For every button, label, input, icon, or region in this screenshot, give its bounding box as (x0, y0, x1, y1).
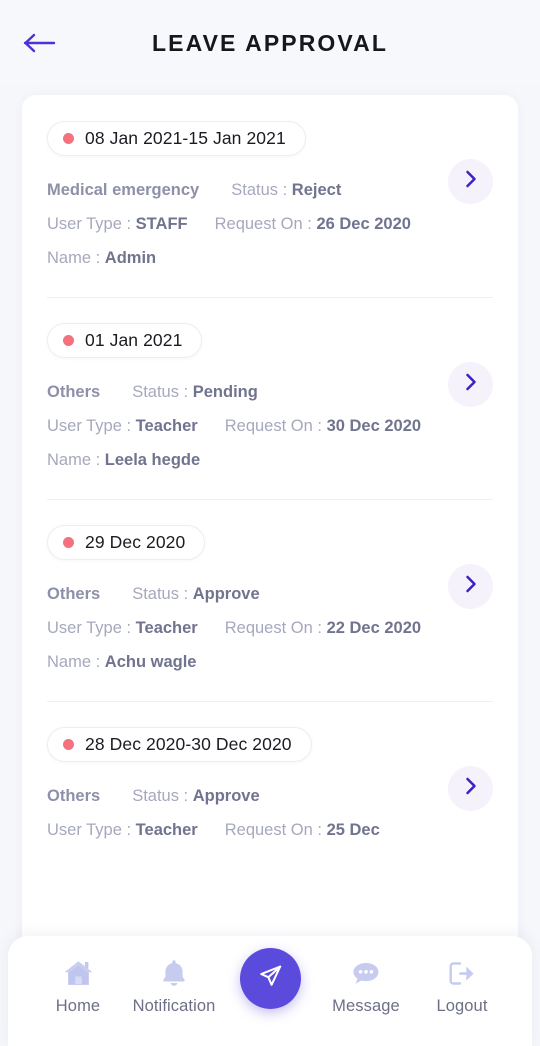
user-type-label: User Type : (47, 821, 132, 839)
date-range-pill: 28 Dec 2020-30 Dec 2020 (47, 727, 312, 762)
nav-label-home: Home (55, 997, 101, 1015)
date-range-text: 28 Dec 2020-30 Dec 2020 (85, 734, 292, 754)
chevron-right-icon (465, 575, 477, 598)
view-details-button[interactable] (448, 362, 493, 407)
send-plane-icon (256, 962, 284, 995)
name-value: Leela hegde (104, 451, 201, 469)
date-range-pill: 29 Dec 2020 (47, 525, 206, 560)
reason-status-row: Others Status : Pending (47, 375, 447, 409)
user-type-value: Teacher (135, 619, 198, 637)
leave-request-row[interactable]: 08 Jan 2021-15 Jan 2021 Medical emergenc… (47, 95, 493, 297)
nav-label-logout: Logout (436, 997, 488, 1015)
leave-requests-card: 08 Jan 2021-15 Jan 2021 Medical emergenc… (22, 95, 518, 955)
reason-status-row: Others Status : Approve (47, 577, 447, 611)
leave-request-row[interactable]: 28 Dec 2020-30 Dec 2020 Others Status : A… (47, 701, 493, 869)
leave-reason: Others (47, 585, 101, 603)
fab-container (226, 948, 314, 1019)
home-icon (63, 958, 94, 988)
leave-reason: Others (47, 787, 101, 805)
message-bubble-icon (350, 958, 382, 988)
chevron-right-icon (465, 170, 477, 193)
name-value: Admin (104, 249, 157, 267)
status-dot-icon (63, 335, 74, 346)
request-on-label: Request On : (214, 215, 312, 233)
usertype-requeston-row: User Type : Teacher Request On : 25 Dec (47, 813, 447, 847)
request-on-label: Request On : (224, 417, 322, 435)
nav-label-notification: Notification (132, 997, 216, 1015)
status-value: Reject (291, 181, 342, 199)
nav-item-home[interactable]: Home (34, 958, 122, 1016)
request-on-label: Request On : (224, 619, 322, 637)
page-title: LEAVE APPROVAL (152, 29, 388, 56)
app-header: LEAVE APPROVAL (0, 0, 540, 86)
chevron-right-icon (465, 373, 477, 396)
bottom-navigation-bar: Home Notification Message Logout (8, 936, 532, 1046)
status-value: Approve (192, 585, 260, 603)
status-dot-icon (63, 133, 74, 144)
back-button[interactable] (20, 26, 60, 60)
name-label: Name : (47, 451, 101, 469)
date-range-text: 08 Jan 2021-15 Jan 2021 (85, 128, 286, 148)
reason-status-row: Medical emergency Status : Reject (47, 173, 447, 207)
name-label: Name : (47, 653, 101, 671)
user-type-label: User Type : (47, 417, 132, 435)
request-on-value: 30 Dec 2020 (326, 417, 422, 435)
nav-label-message: Message (332, 997, 400, 1015)
date-range-text: 29 Dec 2020 (85, 532, 186, 552)
arrow-left-icon (23, 32, 57, 54)
user-type-label: User Type : (47, 215, 132, 233)
reason-status-row: Others Status : Approve (47, 779, 447, 813)
status-label: Status : (132, 787, 189, 805)
status-label: Status : (132, 383, 189, 401)
request-on-value: 25 Dec (326, 821, 380, 839)
name-row: Name : Achu wagle (47, 645, 447, 679)
user-type-value: STAFF (135, 215, 188, 233)
name-row: Name : Leela hegde (47, 443, 447, 477)
user-type-value: Teacher (135, 821, 198, 839)
status-dot-icon (63, 537, 74, 548)
view-details-button[interactable] (448, 159, 493, 204)
nav-item-notification[interactable]: Notification (130, 958, 218, 1016)
request-on-label: Request On : (224, 821, 322, 839)
leave-approval-screen: LEAVE APPROVAL 08 Jan 2021-15 Jan 2021 M… (0, 0, 540, 1046)
leave-request-row[interactable]: 29 Dec 2020 Others Status : Approve User … (47, 499, 493, 701)
logout-icon (447, 958, 477, 988)
date-range-pill: 01 Jan 2021 (47, 323, 203, 358)
nav-item-logout[interactable]: Logout (418, 958, 506, 1016)
date-range-text: 01 Jan 2021 (85, 330, 183, 350)
status-dot-icon (63, 739, 74, 750)
name-row: Name : Admin (47, 241, 447, 275)
user-type-value: Teacher (135, 417, 198, 435)
status-label: Status : (132, 585, 189, 603)
request-on-value: 26 Dec 2020 (316, 215, 411, 233)
leave-reason: Others (47, 383, 101, 401)
request-on-value: 22 Dec 2020 (326, 619, 422, 637)
view-details-button[interactable] (448, 766, 493, 811)
send-button[interactable] (239, 948, 301, 1009)
user-type-label: User Type : (47, 619, 132, 637)
status-value: Approve (192, 787, 260, 805)
name-value: Achu wagle (104, 653, 197, 671)
chevron-right-icon (465, 777, 477, 800)
status-value: Pending (192, 383, 258, 401)
leave-reason: Medical emergency (47, 181, 200, 199)
date-range-pill: 08 Jan 2021-15 Jan 2021 (47, 121, 306, 156)
status-label: Status : (231, 181, 288, 199)
nav-item-message[interactable]: Message (322, 958, 410, 1016)
view-details-button[interactable] (448, 564, 493, 609)
bell-icon (160, 958, 188, 988)
name-label: Name : (47, 249, 101, 267)
usertype-requeston-row: User Type : Teacher Request On : 22 Dec 2… (47, 611, 447, 645)
leave-request-row[interactable]: 01 Jan 2021 Others Status : Pending User … (47, 297, 493, 499)
usertype-requeston-row: User Type : STAFF Request On : 26 Dec 202… (47, 207, 447, 241)
usertype-requeston-row: User Type : Teacher Request On : 30 Dec 2… (47, 409, 447, 443)
